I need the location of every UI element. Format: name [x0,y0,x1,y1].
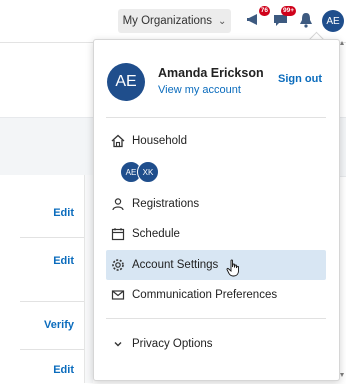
verify-link[interactable]: Verify [44,319,74,331]
edit-link[interactable]: Edit [53,364,74,376]
hand-cursor-icon [226,259,240,277]
edit-link[interactable]: Edit [53,207,74,219]
my-organizations-label: My Organizations [122,15,213,27]
menu-item-account-settings[interactable]: Account Settings [106,250,326,280]
menu-item-household[interactable]: Household [106,128,326,154]
menu-item-label: Communication Preferences [132,289,278,301]
profile-name: Amanda Erickson [158,66,264,80]
sign-out-link[interactable]: Sign out [278,73,322,85]
menu-item-label: Household [132,135,187,147]
divider [20,349,84,350]
chevron-down-icon: ⌄ [218,15,227,27]
menu-scrollbar[interactable] [338,39,346,379]
gear-icon [110,257,126,273]
messages-icon[interactable]: 99+ [272,6,296,31]
calendar-icon [110,226,126,242]
chevron-down-icon [110,336,126,352]
privacy-options-toggle[interactable]: Privacy Options [106,331,326,357]
settings-rows: Edit Edit Verify Edit [0,175,85,383]
menu-item-label: Registrations [132,198,200,210]
menu-item-label: Privacy Options [132,338,213,350]
menu-item-label: Account Settings [132,259,219,271]
messages-badge: 99+ [280,6,296,16]
house-icon [110,133,126,149]
menu-item-label: Schedule [132,228,180,240]
menu-item-communication-preferences[interactable]: Communication Preferences [106,282,326,308]
divider [20,301,84,302]
divider [20,237,84,238]
envelope-icon [110,287,126,303]
bell-icon[interactable] [297,11,317,31]
user-avatar[interactable]: AE [322,10,344,32]
menu-item-schedule[interactable]: Schedule [106,221,326,247]
top-bar: My Organizations ⌄ 76 99+ AE [0,0,346,43]
divider [106,117,326,118]
view-account-link[interactable]: View my account [158,84,241,96]
my-organizations-dropdown[interactable]: My Organizations ⌄ [118,9,231,33]
edit-link[interactable]: Edit [53,255,74,267]
announcements-icon[interactable]: 76 [246,6,270,31]
divider [106,318,326,319]
profile-avatar: AE [107,63,145,101]
person-icon [110,196,126,212]
announcements-badge: 76 [258,6,270,16]
account-dropdown-menu: AE Amanda Erickson View my account Sign … [93,39,340,381]
household-member-avatar[interactable]: XK [137,161,159,183]
menu-item-registrations[interactable]: Registrations [106,191,326,217]
